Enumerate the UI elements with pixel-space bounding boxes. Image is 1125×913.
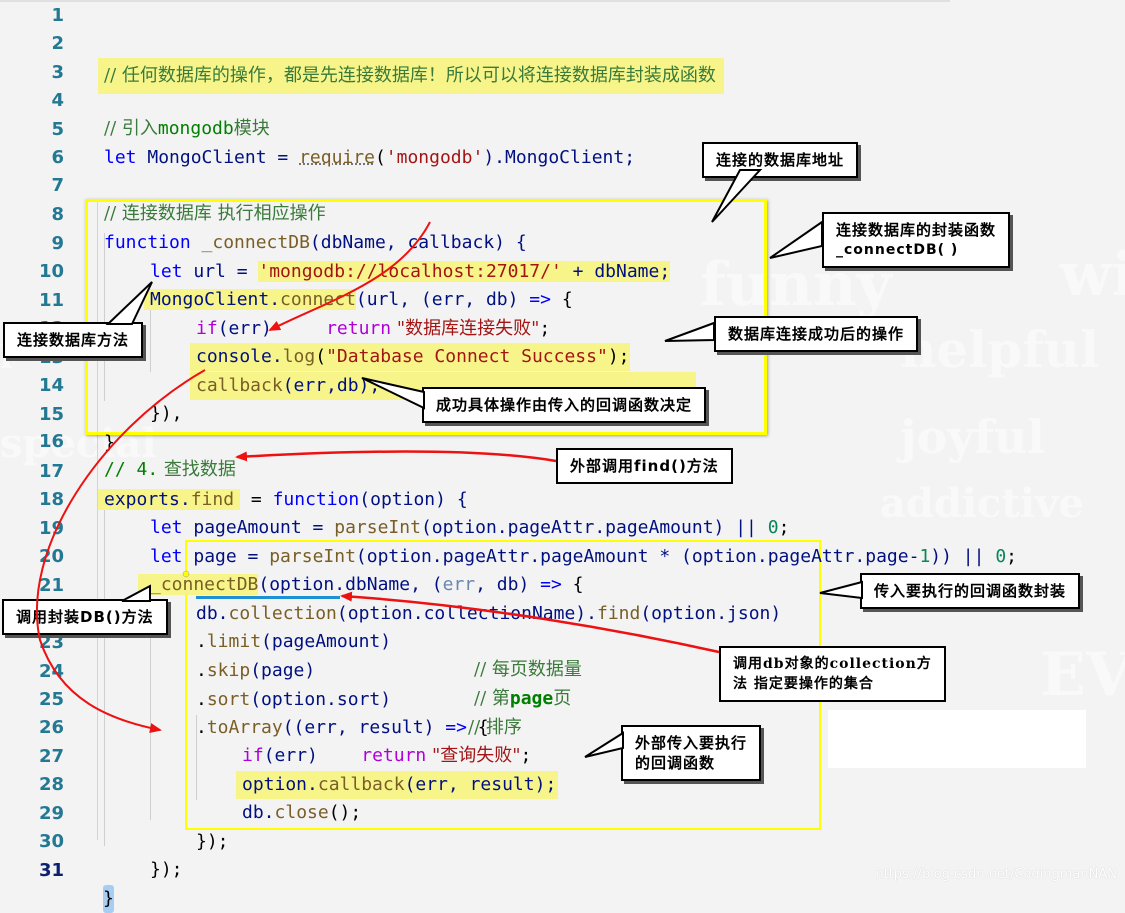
line-number: 5 [51,119,64,140]
line-number: 24 [38,661,64,682]
callout-call-wrap-db: 调用封装DB()方法 [2,599,168,635]
line-number: 10 [38,261,64,282]
line-number: 7 [51,175,64,196]
code-line-31: } [103,885,114,913]
line-number: 9 [51,233,64,254]
callout-after-success: 数据库连接成功后的操作 [714,316,919,352]
watermark: https://blog.csdn.net/CodingmanNAN [875,867,1117,882]
line-number: 29 [38,803,64,824]
line-number: 14 [38,375,64,396]
callout-callback-decides: 成功具体操作由传入的回调函数决定 [422,387,707,423]
line-number: 1 [51,5,64,26]
line-number: 18 [38,489,64,510]
line-number: 27 [38,746,64,767]
line-number: 21 [38,575,64,596]
line-number: 16 [38,431,64,452]
callout-collection-method: 调用db对象的collection方 法 指定要操作的集合 [719,646,946,702]
line-number: 3 [51,62,64,83]
line-number: 30 [38,831,64,852]
collection-underline [196,596,340,599]
line-number: 28 [38,774,64,795]
line-number: 26 [38,717,64,738]
line-number: 2 [51,33,64,54]
callout-connect-method: 连接数据库方法 [3,322,144,358]
line-number: 19 [38,518,64,539]
callout-external-callback: 外部传入要执行 的回调函数 [621,725,762,781]
line-number: 20 [38,546,64,567]
line-number: 8 [51,204,64,225]
line-number: 31 [38,860,64,881]
line-number: 17 [38,461,64,482]
line-number: 6 [51,147,64,168]
callout-pass-callback: 传入要执行的回调函数封装 [860,573,1081,609]
callout-wrap-function: 连接数据库的封装函数 _connectDB( ) [822,212,1011,268]
line-number: 11 [38,290,64,311]
line-number: 4 [51,90,64,111]
callout-db-address: 连接的数据库地址 [702,142,859,178]
callout-external-find: 外部调用find()方法 [556,448,733,484]
line-number: 15 [38,404,64,425]
line-number: 25 [38,689,64,710]
